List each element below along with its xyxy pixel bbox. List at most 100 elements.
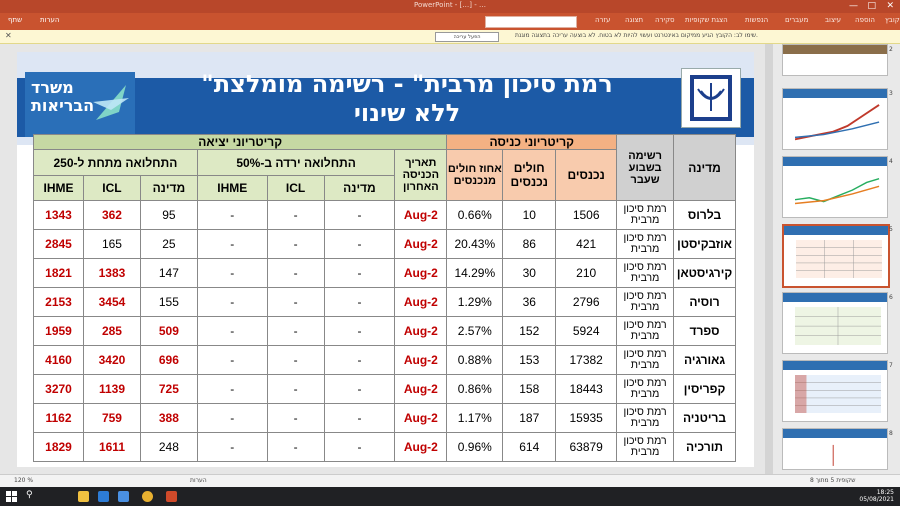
enable-editing-button[interactable]: הפעל עריכה xyxy=(435,32,499,42)
decline-icl-cell: - xyxy=(266,287,325,317)
decline-icl-cell: - xyxy=(266,345,325,375)
share-button[interactable]: שתף xyxy=(8,16,22,24)
header-entry-criteria: קריטריוני כניסה xyxy=(446,134,618,150)
sick-cell: 86 xyxy=(502,229,557,259)
mail-icon[interactable] xyxy=(118,491,129,502)
thumbnail-number: 8 xyxy=(889,430,893,437)
last-entry-date-cell: 2-Aug xyxy=(394,432,448,462)
windows-start-icon[interactable] xyxy=(6,491,17,502)
sick-percent-cell: 20.43% xyxy=(446,229,504,259)
table-row: גאורגיה רמת סיכון מרבית 17382 153 0.88% 2-Aug… xyxy=(32,345,736,375)
below-icl-cell: 3454 xyxy=(83,287,141,317)
entrants-cell: 18443 xyxy=(555,374,618,404)
last-entry-date-cell: 2-Aug xyxy=(394,345,448,375)
thumbnail-slide-6[interactable] xyxy=(782,292,888,354)
below-ihme-cell: 4160 xyxy=(32,345,85,375)
close-window-button[interactable]: ✕ xyxy=(886,1,894,11)
below-ihme-cell: 1959 xyxy=(32,316,85,346)
comments-button[interactable]: הערות xyxy=(40,16,59,24)
header-last-entry-date: תאריך הכניסה האחרון xyxy=(394,149,448,201)
search-input[interactable] xyxy=(485,16,577,28)
ribbon: שתף הערות עזרה תצוגה סקירה הצגת שקופיות … xyxy=(0,13,900,30)
zoom-level[interactable]: 120 % xyxy=(14,477,33,484)
chrome-icon[interactable] xyxy=(142,491,153,502)
below-ihme-cell: 1162 xyxy=(32,403,85,433)
list-cell: רמת סיכון מרבית xyxy=(616,229,675,259)
header-exit-criteria: קריטריוני יציאה xyxy=(32,134,448,150)
last-entry-date-cell: 2-Aug xyxy=(394,258,448,288)
decline-ihme-cell: - xyxy=(196,432,268,462)
decline-state-cell: - xyxy=(323,374,396,404)
table-row: אוזבקיסטן רמת סיכון מרבית 421 86 20.43% 2-Aug… xyxy=(32,229,736,259)
last-entry-date-cell: 2-Aug xyxy=(394,374,448,404)
last-entry-date-cell: 2-Aug xyxy=(394,229,448,259)
slide-thumbnails-pane: 2 3 4 5 6 7 8 xyxy=(773,44,900,474)
entrants-cell: 2796 xyxy=(555,287,618,317)
thumbnail-slide-5[interactable] xyxy=(782,224,890,288)
thumbnail-slide-2[interactable] xyxy=(782,44,888,76)
sick-cell: 152 xyxy=(502,316,557,346)
below-state-cell: 509 xyxy=(139,316,198,346)
thumbnail-slide-4[interactable] xyxy=(782,156,888,218)
header-entrants: נכנסים xyxy=(555,149,618,201)
tab-insert[interactable]: הוספה xyxy=(855,16,875,24)
entrants-cell: 210 xyxy=(555,258,618,288)
list-cell: רמת סיכון מרבית xyxy=(616,403,675,433)
below-icl-cell: 285 xyxy=(83,316,141,346)
thumbnail-number: 7 xyxy=(889,362,893,369)
tab-transitions[interactable]: מעברים xyxy=(785,16,808,24)
sick-cell: 187 xyxy=(502,403,557,433)
tab-animations[interactable]: הנפשות xyxy=(745,16,768,24)
country-cell: גאורגיה xyxy=(673,345,736,375)
sick-percent-cell: 2.57% xyxy=(446,316,504,346)
powerpoint-icon[interactable] xyxy=(166,491,177,502)
tab-file[interactable]: קובץ xyxy=(885,16,900,24)
file-explorer-icon[interactable] xyxy=(78,491,89,502)
header-country: מדינה xyxy=(673,134,736,201)
tab-review[interactable]: סקירה xyxy=(655,16,675,24)
thumbnail-number: 4 xyxy=(889,158,893,165)
header-below-icl: ICL xyxy=(83,175,141,201)
decline-ihme-cell: - xyxy=(196,374,268,404)
thumbnail-slide-3[interactable] xyxy=(782,88,888,150)
country-cell: רוסיה xyxy=(673,287,736,317)
tab-help[interactable]: עזרה xyxy=(595,16,610,24)
search-icon[interactable]: ⚲ xyxy=(26,490,33,500)
below-ihme-cell: 1829 xyxy=(32,432,85,462)
decline-ihme-cell: - xyxy=(196,403,268,433)
vertical-scrollbar[interactable] xyxy=(765,44,773,474)
sick-cell: 614 xyxy=(502,432,557,462)
tab-design[interactable]: עיצוב xyxy=(825,16,841,24)
edge-icon[interactable] xyxy=(98,491,109,502)
list-cell: רמת סיכון מרבית xyxy=(616,287,675,317)
thumbnail-slide-7[interactable] xyxy=(782,360,888,422)
country-cell: ספרד xyxy=(673,316,736,346)
ministry-logo: משרד הבריאות xyxy=(25,72,135,137)
decline-icl-cell: - xyxy=(266,403,325,433)
tab-view[interactable]: תצוגה xyxy=(625,16,643,24)
last-entry-date-cell: 2-Aug xyxy=(394,316,448,346)
entrants-cell: 5924 xyxy=(555,316,618,346)
decline-state-cell: - xyxy=(323,287,396,317)
thumbnail-number: 3 xyxy=(889,90,893,97)
below-ihme-cell: 2845 xyxy=(32,229,85,259)
system-clock: 18:25 05/08/2021 xyxy=(859,489,894,503)
tab-slideshow[interactable]: הצגת שקופיות xyxy=(685,16,728,24)
sick-percent-cell: 0.66% xyxy=(446,200,504,230)
sick-percent-cell: 1.29% xyxy=(446,287,504,317)
notes-button[interactable]: הערות xyxy=(190,477,207,484)
header-decline-ihme: IHME xyxy=(196,175,268,201)
close-icon[interactable]: ✕ xyxy=(5,31,12,40)
thumbnail-slide-8[interactable] xyxy=(782,428,888,470)
decline-icl-cell: - xyxy=(266,374,325,404)
decline-icl-cell: - xyxy=(266,200,325,230)
below-icl-cell: 362 xyxy=(83,200,141,230)
maximize-window-button[interactable]: □ xyxy=(867,1,876,11)
decline-ihme-cell: - xyxy=(196,287,268,317)
minimize-window-button[interactable]: — xyxy=(849,1,858,11)
last-entry-date-cell: 2-Aug xyxy=(394,403,448,433)
decline-ihme-cell: - xyxy=(196,345,268,375)
decline-state-cell: - xyxy=(323,258,396,288)
decline-state-cell: - xyxy=(323,345,396,375)
list-cell: רמת סיכון מרבית xyxy=(616,374,675,404)
